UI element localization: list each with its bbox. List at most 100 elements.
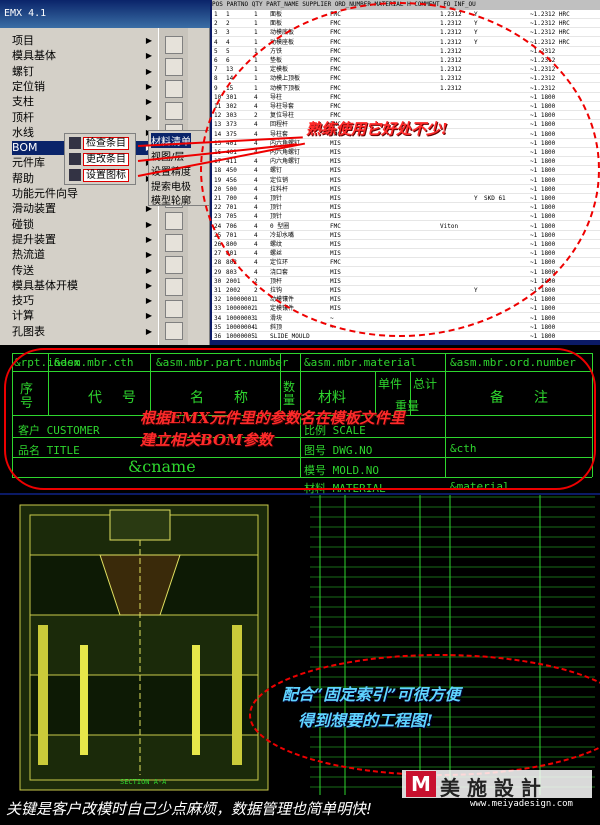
- check-icon: [69, 137, 81, 149]
- table-cell: 32: [214, 296, 222, 304]
- section-label: SECTION A-A: [120, 778, 167, 786]
- highlight-ellipse: [200, 2, 600, 337]
- table-cell: 2001: [226, 277, 241, 285]
- drawing-note-line2: 得到想要的工程图!: [298, 711, 434, 730]
- menu-item[interactable]: 滑动装置 ▶: [12, 202, 152, 216]
- menu-item-label: BOM: [12, 141, 38, 155]
- table-cell: 13: [226, 66, 234, 74]
- chevron-right-icon: ▶: [145, 219, 152, 229]
- table-cell: 34: [214, 314, 222, 322]
- chevron-right-icon: ▶: [145, 51, 152, 61]
- chevron-right-icon: ▶: [145, 234, 152, 244]
- menu-item-label: 帮助: [12, 171, 34, 185]
- menu-item-label: 提升装置: [12, 232, 56, 246]
- bom-sub-check[interactable]: 检查条目: [69, 137, 129, 151]
- menu-item-label: 功能元件向导: [12, 187, 78, 200]
- table-cell: 4: [226, 38, 230, 46]
- menu-item-label: 水线: [12, 125, 34, 139]
- table-cell: 2: [226, 20, 230, 28]
- menu-item-label: 传送: [12, 263, 34, 277]
- table-cell: 1: [254, 20, 258, 28]
- table-cell: 27: [214, 250, 222, 258]
- table-cell: 面板: [270, 20, 283, 28]
- menu-item[interactable]: 螺钉 ▶: [12, 65, 152, 79]
- menu-item-label: 模具基体: [12, 49, 56, 63]
- menu-item-label: 元件库: [12, 156, 45, 170]
- menu-item-label: 项目: [12, 34, 34, 47]
- toolbar-button[interactable]: [165, 102, 183, 120]
- menu-item[interactable]: 热流道 ▶: [12, 248, 152, 262]
- menu-item[interactable]: 模具基体开模 ▶: [12, 279, 152, 293]
- sub2-item-electrode[interactable]: 提索电极: [151, 178, 191, 193]
- table-cell: 1: [254, 305, 258, 313]
- menu-item[interactable]: 传送 ▶: [12, 264, 152, 278]
- menu-item[interactable]: 项目 ▶: [12, 34, 152, 48]
- bom-note-line2: 建立相关BOM参数: [140, 431, 273, 449]
- table-cell: 1: [254, 38, 258, 46]
- toolbar-button[interactable]: [165, 212, 183, 230]
- menu-item-label: 计算: [12, 309, 34, 323]
- table-cell: 31: [214, 287, 222, 294]
- toolbar-button[interactable]: [165, 322, 183, 340]
- table-cell: 9: [214, 84, 218, 92]
- table-cell: 7: [214, 66, 218, 74]
- menu-item[interactable]: 功能元件向导: [12, 187, 152, 201]
- table-cell: ~1 1800: [530, 333, 556, 340]
- toolbar-button[interactable]: [165, 36, 183, 54]
- menu-title-bar: EMX 4.1: [0, 0, 210, 28]
- menu-item[interactable]: 计算 ▶: [12, 309, 152, 323]
- table-cell: 10000001: [226, 296, 255, 304]
- menu-item-label: 热流道: [12, 248, 45, 262]
- table-cell: 1: [214, 11, 218, 18]
- table-cell: 1: [254, 314, 258, 322]
- menu-item-label: 技巧: [12, 294, 34, 308]
- table-cell: ~1.2312 HRC: [530, 20, 570, 28]
- table-cell: 10000005: [226, 333, 255, 340]
- toolbar-button[interactable]: [165, 256, 183, 274]
- table-cell: 30: [214, 277, 222, 285]
- menu-item[interactable]: 技巧 ▶: [12, 294, 152, 308]
- sub2-item-outline[interactable]: 模型轮廓: [151, 192, 191, 207]
- bottom-note: 关键是客户改模时自己少点麻烦，数据管理也简单明快!: [6, 800, 373, 818]
- menu-item[interactable]: 模具基体 ▶: [12, 49, 152, 63]
- table-cell: 6: [226, 57, 230, 64]
- bom-template-panel: &rpt.index &asm.mbr.cth &asm.mbr.part.nu…: [0, 345, 600, 495]
- table-cell: ~1.2312 HRC: [530, 11, 570, 18]
- menu-item[interactable]: 支柱 ▶: [12, 95, 152, 109]
- table-cell: 1: [254, 333, 258, 340]
- logo-mark: M: [406, 771, 436, 797]
- toolbar-button[interactable]: [165, 234, 183, 252]
- toolbar-button[interactable]: [165, 58, 183, 76]
- table-note: 熟练使用它好处不少!: [306, 120, 448, 138]
- drawing-note-line1: 配合“固定索引”可很方便: [282, 685, 461, 704]
- table-cell: ~1.2312 HRC: [530, 29, 570, 37]
- toolbar-button[interactable]: [165, 278, 183, 296]
- menu-item[interactable]: 定位销 ▶: [12, 80, 152, 94]
- menu-item-label: 螺钉: [12, 64, 34, 78]
- menu-item[interactable]: 顶杆 ▶: [12, 111, 152, 125]
- menu-item[interactable]: 提升装置 ▶: [12, 233, 152, 247]
- bom-note-line1: 根据EMX元件里的参数名在模板文件里: [140, 409, 405, 427]
- logo-text: 美 施 設 計: [440, 776, 541, 800]
- logo-url: www.meiyadesign.com: [470, 799, 573, 809]
- table-cell: 斜顶: [270, 323, 283, 331]
- chevron-right-icon: ▶: [145, 36, 152, 45]
- chevron-right-icon: ▶: [145, 66, 152, 76]
- chevron-right-icon: ▶: [145, 265, 152, 275]
- menu-item-label: 模具基体开模: [12, 278, 78, 292]
- chevron-right-icon: ▶: [145, 81, 152, 91]
- menu-item[interactable]: 碰锁 ▶: [12, 218, 152, 232]
- menu-item-label: 孔图表: [12, 324, 45, 338]
- table-cell: 10000003: [226, 314, 255, 322]
- table-cell: 36: [214, 333, 222, 340]
- table-cell: 29: [214, 268, 222, 276]
- menu-item[interactable]: 孔图表 ▶: [12, 325, 152, 339]
- table-cell: SLIDE_MOULD: [270, 333, 310, 340]
- table-cell: ~1 1800: [530, 314, 556, 322]
- menu-title: EMX 4.1: [4, 8, 47, 19]
- menu-item-label: 顶杆: [12, 110, 34, 124]
- bom-sub-change[interactable]: 更改条目: [69, 153, 129, 167]
- bom-sub-icon[interactable]: 设置图标: [69, 169, 129, 183]
- toolbar-button[interactable]: [165, 80, 183, 98]
- toolbar-button[interactable]: [165, 300, 183, 318]
